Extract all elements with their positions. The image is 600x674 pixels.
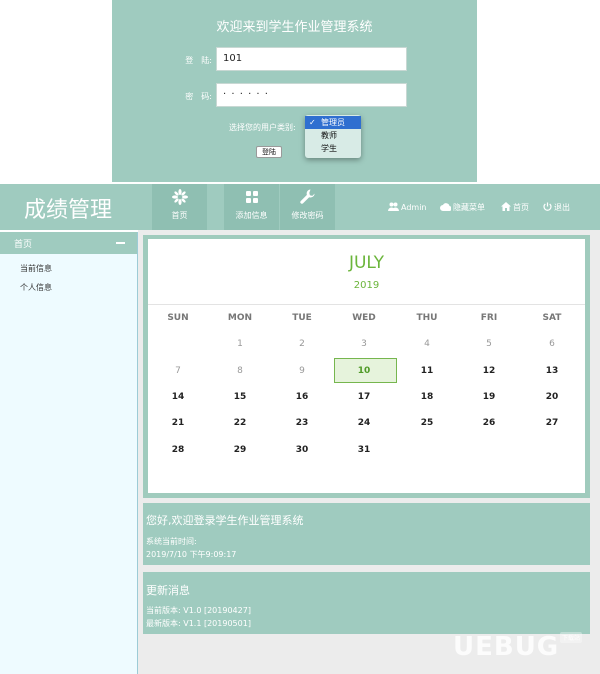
- weekday-header: WED: [352, 313, 376, 323]
- home-label: 首页: [513, 203, 529, 212]
- home-icon: [501, 202, 511, 213]
- home-link[interactable]: 首页: [501, 202, 529, 213]
- users-icon: [388, 202, 399, 213]
- sidebar-title: 首页: [14, 240, 33, 250]
- calendar-day[interactable]: 28: [147, 445, 209, 455]
- nav-add-info-label: 添加信息: [235, 211, 268, 220]
- calendar-day[interactable]: 20: [521, 392, 583, 402]
- calendar-day[interactable]: 17: [333, 392, 395, 402]
- calendar-day[interactable]: 27: [521, 418, 583, 428]
- calendar-day[interactable]: 6: [521, 339, 583, 349]
- role-option-teacher[interactable]: 教师: [305, 129, 361, 142]
- brand-title: 成绩管理: [24, 198, 113, 223]
- login-button[interactable]: 登陆: [256, 146, 282, 158]
- wrench-icon: [280, 188, 335, 206]
- calendar-day[interactable]: 23: [271, 418, 333, 428]
- username-label: 登 陆:: [185, 56, 212, 65]
- nav-change-password[interactable]: 修改密码: [280, 184, 335, 230]
- role-option-label: 学生: [321, 144, 337, 153]
- calendar-day[interactable]: 5: [458, 339, 520, 349]
- logout-label: 退出: [554, 203, 570, 212]
- sidebar-item-current-info[interactable]: 当前信息: [20, 263, 52, 274]
- calendar-day[interactable]: 29: [209, 445, 271, 455]
- app-screen: 欢迎来到学生作业管理系统 登 陆: 101 密 码: · · · · · · 选…: [0, 0, 600, 674]
- password-input[interactable]: · · · · · ·: [216, 83, 407, 107]
- weekday-header: THU: [416, 313, 438, 323]
- grid-icon: [224, 188, 279, 206]
- calendar-divider: [148, 304, 585, 305]
- power-icon: [543, 202, 552, 213]
- login-panel: 欢迎来到学生作业管理系统 登 陆: 101 密 码: · · · · · · 选…: [112, 0, 477, 182]
- calendar-day[interactable]: 8: [209, 366, 271, 376]
- weekday-header: TUE: [292, 313, 312, 323]
- calendar-day[interactable]: 19: [458, 392, 520, 402]
- username-input[interactable]: 101: [216, 47, 407, 71]
- calendar-day[interactable]: 22: [209, 418, 271, 428]
- calendar-day[interactable]: 7: [147, 366, 209, 376]
- calendar-day[interactable]: 14: [147, 392, 209, 402]
- calendar-day[interactable]: 4: [396, 339, 458, 349]
- role-dropdown[interactable]: ✓ 管理员 教师 学生: [305, 115, 361, 158]
- role-option-student[interactable]: 学生: [305, 142, 361, 155]
- calendar-day[interactable]: 31: [333, 445, 395, 455]
- weekday-header: SUN: [167, 313, 189, 323]
- sidebar-item-personal-info[interactable]: 个人信息: [20, 282, 52, 293]
- calendar-day-today[interactable]: 10: [333, 366, 395, 376]
- calendar-day[interactable]: 26: [458, 418, 520, 428]
- logout-link[interactable]: 退出: [543, 202, 570, 213]
- calendar-day[interactable]: 3: [333, 339, 395, 349]
- nav-add-info[interactable]: 添加信息: [224, 184, 279, 230]
- calendar-day[interactable]: 18: [396, 392, 458, 402]
- password-label: 密 码:: [185, 92, 212, 101]
- calendar-day[interactable]: 11: [396, 366, 458, 376]
- login-title: 欢迎来到学生作业管理系统: [216, 20, 373, 35]
- current-version: 当前版本: V1.0 [20190427]: [146, 606, 251, 615]
- welcome-title: 您好,欢迎登录学生作业管理系统: [146, 514, 304, 527]
- calendar-year: 2019: [353, 280, 380, 291]
- time-label: 系统当前时间:: [146, 537, 197, 546]
- flower-icon: [152, 188, 207, 206]
- role-label: 选择您的用户类别:: [229, 123, 296, 132]
- user-name: Admin: [401, 203, 427, 212]
- nav-home[interactable]: 首页: [152, 184, 207, 230]
- hide-menu-link[interactable]: 隐藏菜单: [440, 202, 485, 213]
- calendar-month: JULY: [348, 253, 385, 273]
- watermark-logo: UEBUG: [453, 632, 560, 662]
- sidebar-header[interactable]: 首页: [0, 232, 137, 254]
- calendar-day[interactable]: 16: [271, 392, 333, 402]
- latest-version: 最新版本: V1.1 [20190501]: [146, 619, 251, 628]
- updates-panel: 更新消息 当前版本: V1.0 [20190427] 最新版本: V1.1 [2…: [143, 572, 590, 634]
- calendar-day[interactable]: 30: [271, 445, 333, 455]
- calendar-day[interactable]: 12: [458, 366, 520, 376]
- calendar-day[interactable]: 15: [209, 392, 271, 402]
- updates-title: 更新消息: [146, 584, 190, 597]
- calendar-day[interactable]: 9: [271, 366, 333, 376]
- nav-change-password-label: 修改密码: [291, 211, 324, 220]
- hide-menu-label: 隐藏菜单: [453, 203, 485, 212]
- role-option-admin[interactable]: ✓ 管理员: [305, 116, 361, 129]
- weekday-header: FRI: [480, 313, 498, 323]
- calendar-day[interactable]: 24: [333, 418, 395, 428]
- weekday-header: SAT: [542, 313, 562, 323]
- watermark-sub: 下载站: [560, 632, 583, 643]
- calendar-day[interactable]: 2: [271, 339, 333, 349]
- nav-home-label: 首页: [171, 211, 188, 220]
- checkmark-icon: ✓: [309, 118, 316, 127]
- time-value: 2019/7/10 下午9:09:17: [146, 550, 237, 559]
- role-option-label: 教师: [321, 131, 337, 140]
- calendar: JULY 2019 SUN MON TUE WED THU FRI SAT 1 2 3 4 5 6 7 8 9…: [148, 239, 585, 493]
- calendar-day[interactable]: 25: [396, 418, 458, 428]
- welcome-panel: 您好,欢迎登录学生作业管理系统 系统当前时间: 2019/7/10 下午9:09…: [143, 503, 590, 565]
- cloud-icon: [440, 202, 452, 213]
- role-option-label: 管理员: [321, 118, 345, 127]
- weekday-header: MON: [227, 313, 253, 323]
- calendar-day[interactable]: 1: [209, 339, 271, 349]
- calendar-day[interactable]: 13: [521, 366, 583, 376]
- sidebar: 首页 当前信息 个人信息: [0, 232, 138, 674]
- user-link[interactable]: Admin: [388, 202, 427, 213]
- calendar-day[interactable]: 21: [147, 418, 209, 428]
- collapse-icon[interactable]: [116, 242, 125, 244]
